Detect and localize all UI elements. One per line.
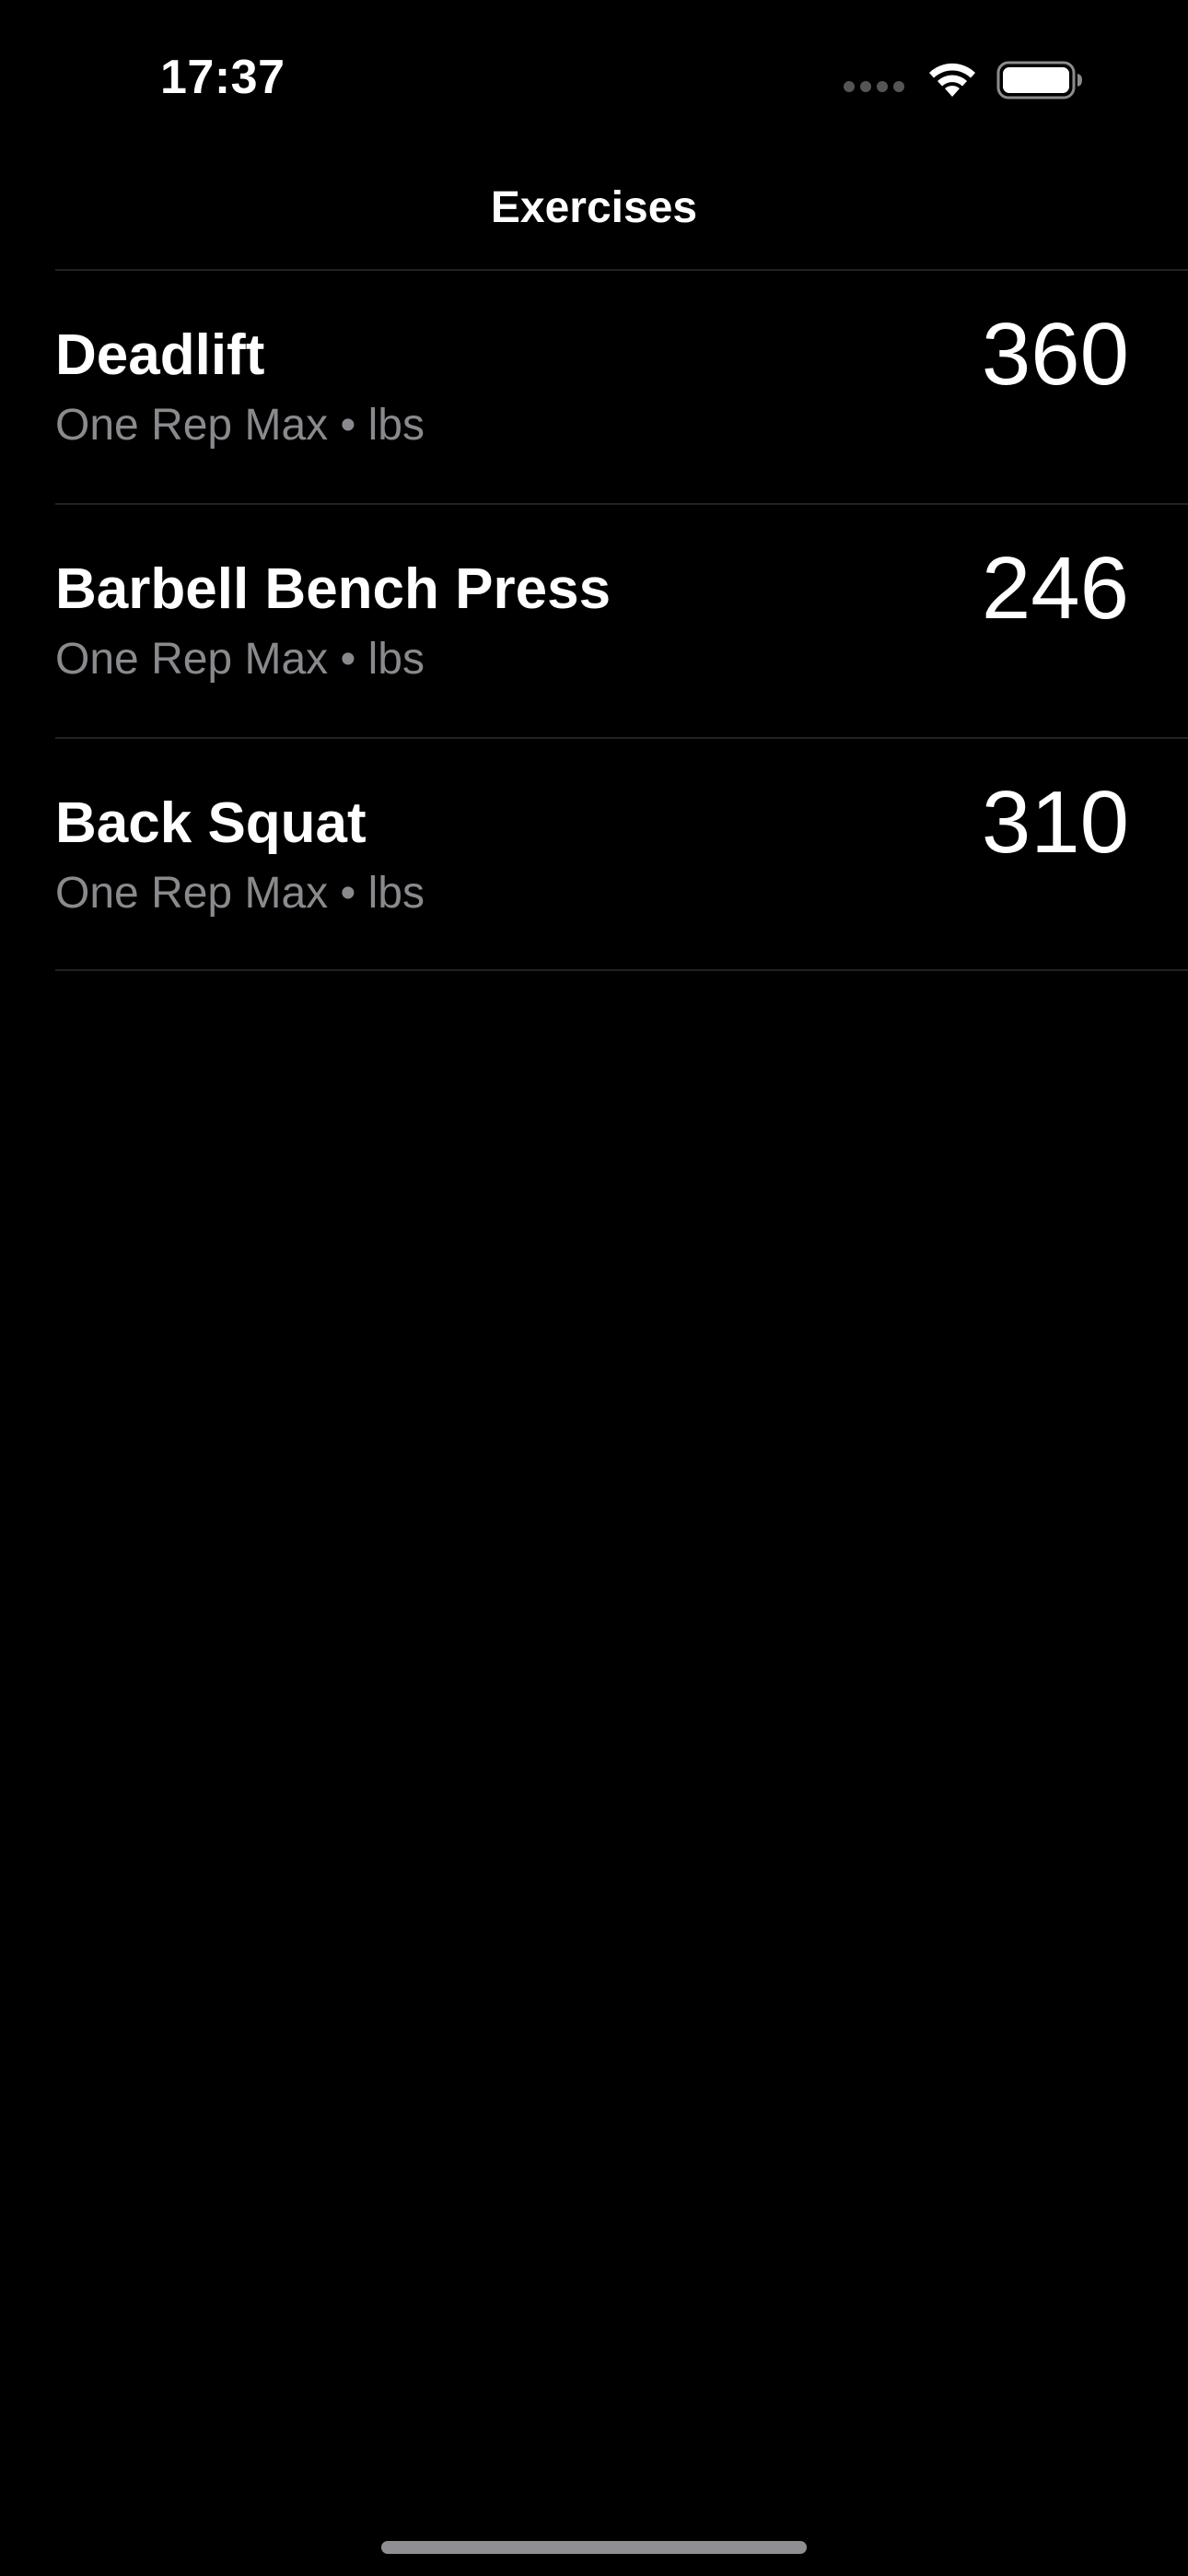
page-title: Exercises <box>490 183 698 232</box>
wifi-icon <box>929 63 975 97</box>
battery-icon <box>996 61 1082 100</box>
exercise-subtitle: One Rep Max • lbs <box>55 401 425 450</box>
exercise-name: Barbell Bench Press <box>55 557 611 621</box>
navigation-bar: Exercises <box>0 175 1188 249</box>
exercise-list: Deadlift One Rep Max • lbs 360 Barbell B… <box>55 269 1188 971</box>
home-indicator[interactable] <box>381 2541 807 2554</box>
exercise-value: 360 <box>981 305 1129 404</box>
status-icons <box>844 57 1085 103</box>
exercise-row-back-squat[interactable]: Back Squat One Rep Max • lbs 310 <box>55 737 1188 971</box>
exercise-name: Back Squat <box>55 791 367 855</box>
exercise-value: 310 <box>981 773 1129 872</box>
exercise-row-deadlift[interactable]: Deadlift One Rep Max • lbs 360 <box>55 269 1188 503</box>
exercise-name: Deadlift <box>55 323 265 387</box>
exercise-subtitle: One Rep Max • lbs <box>55 635 425 684</box>
exercise-row-barbell-bench-press[interactable]: Barbell Bench Press One Rep Max • lbs 24… <box>55 503 1188 737</box>
cellular-signal-icon <box>844 81 904 92</box>
exercise-subtitle: One Rep Max • lbs <box>55 869 425 918</box>
status-bar: 17:37 <box>0 0 1188 138</box>
exercise-value: 246 <box>981 539 1129 638</box>
status-time: 17:37 <box>160 51 285 104</box>
